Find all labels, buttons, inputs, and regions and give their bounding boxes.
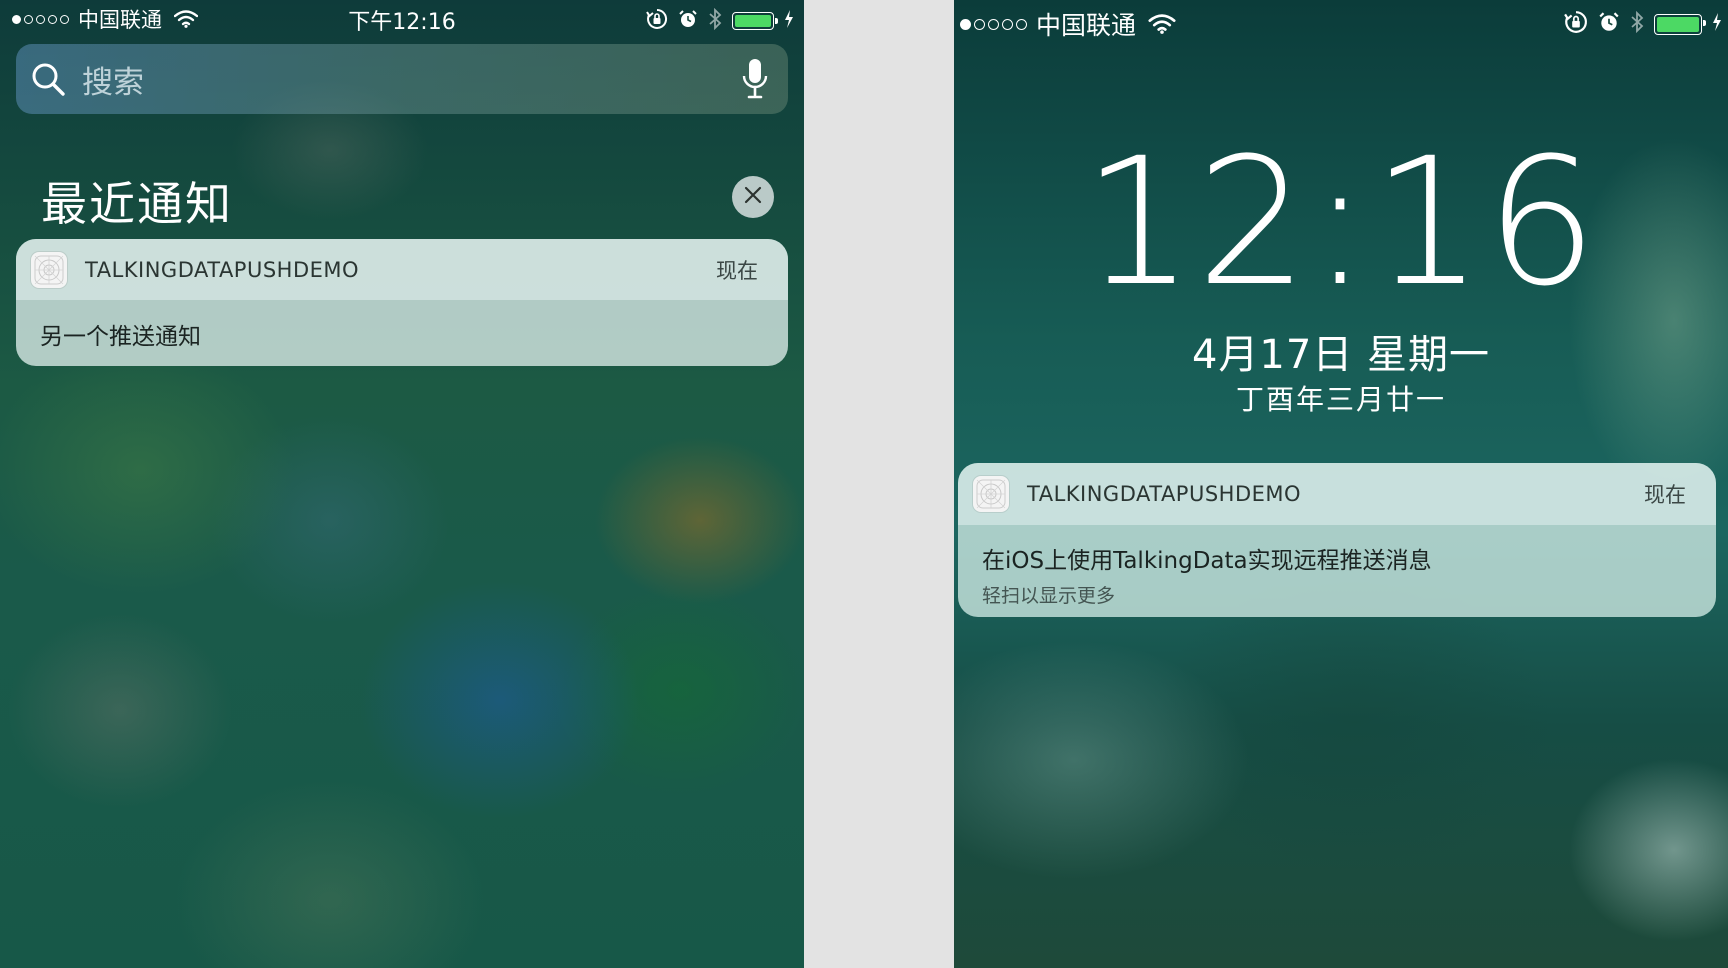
notification-card[interactable]: TALKINGDATAPUSHDEMO 现在 在iOS上使用TalkingDat… bbox=[958, 463, 1716, 617]
lock-screen-clock: 12:16 bbox=[1082, 120, 1600, 325]
status-bar: 中国联通 下午12:16 bbox=[0, 0, 804, 36]
microphone-icon[interactable] bbox=[742, 58, 768, 100]
battery-level-fill bbox=[1657, 16, 1699, 32]
battery-level-fill bbox=[735, 15, 771, 27]
clear-notifications-button[interactable] bbox=[732, 176, 774, 218]
lock-screen-lunar-date: 丁酉年三月廿一 bbox=[1235, 383, 1446, 416]
notification-center-screen: 中国联通 下午12:16 搜索 最近通知 TALKINGDATAPUSHDEMO… bbox=[0, 0, 804, 968]
notification-body: 在iOS上使用TalkingData实现远程推送消息 bbox=[982, 548, 1432, 574]
notification-app-name: TALKINGDATAPUSHDEMO bbox=[85, 257, 360, 282]
alarm-icon bbox=[1598, 11, 1620, 37]
bluetooth-icon bbox=[708, 7, 722, 34]
notification-header: TALKINGDATAPUSHDEMO 现在 bbox=[958, 463, 1716, 525]
notification-card[interactable]: TALKINGDATAPUSHDEMO 现在 另一个推送通知 bbox=[16, 239, 788, 366]
app-icon bbox=[31, 251, 67, 288]
app-icon bbox=[973, 476, 1009, 512]
signal-dot-icon bbox=[974, 18, 985, 30]
search-placeholder: 搜索 bbox=[82, 64, 144, 101]
search-icon bbox=[30, 61, 66, 97]
wifi-icon bbox=[1148, 14, 1176, 34]
lock-screen-date: 4月17日 星期一 bbox=[1191, 332, 1491, 378]
status-right bbox=[1564, 10, 1722, 38]
signal-dot-icon bbox=[1016, 18, 1027, 30]
notification-time: 现在 bbox=[716, 258, 758, 283]
signal-dot-icon bbox=[960, 18, 971, 30]
alarm-icon bbox=[678, 9, 698, 33]
charging-bolt-icon bbox=[1712, 12, 1722, 36]
notification-time: 现在 bbox=[1644, 483, 1686, 507]
bluetooth-icon bbox=[1630, 10, 1644, 38]
battery-icon bbox=[732, 12, 778, 30]
status-right bbox=[646, 7, 794, 34]
notification-body: 另一个推送通知 bbox=[40, 324, 201, 350]
signal-dot-icon bbox=[1002, 18, 1013, 30]
notification-header: TALKINGDATAPUSHDEMO 现在 bbox=[16, 239, 788, 300]
rotation-lock-icon bbox=[646, 8, 668, 34]
status-left: 中国联通 bbox=[960, 6, 1176, 42]
search-input[interactable]: 搜索 bbox=[16, 44, 788, 114]
signal-dot-icon bbox=[988, 18, 999, 30]
status-bar: 中国联通 bbox=[954, 0, 1728, 40]
carrier-name: 中国联通 bbox=[1036, 11, 1137, 40]
charging-bolt-icon bbox=[784, 10, 794, 32]
recent-notifications-title: 最近通知 bbox=[41, 177, 233, 231]
lock-screen: 中国联通 12:16 4月17日 星期一 丁酉年三月廿一 TALKINGDATA… bbox=[954, 0, 1728, 968]
battery-icon bbox=[1654, 13, 1706, 35]
notification-hint: 轻扫以显示更多 bbox=[982, 585, 1116, 607]
rotation-lock-icon bbox=[1564, 10, 1588, 38]
notification-app-name: TALKINGDATAPUSHDEMO bbox=[1027, 482, 1302, 506]
close-icon bbox=[744, 186, 762, 208]
